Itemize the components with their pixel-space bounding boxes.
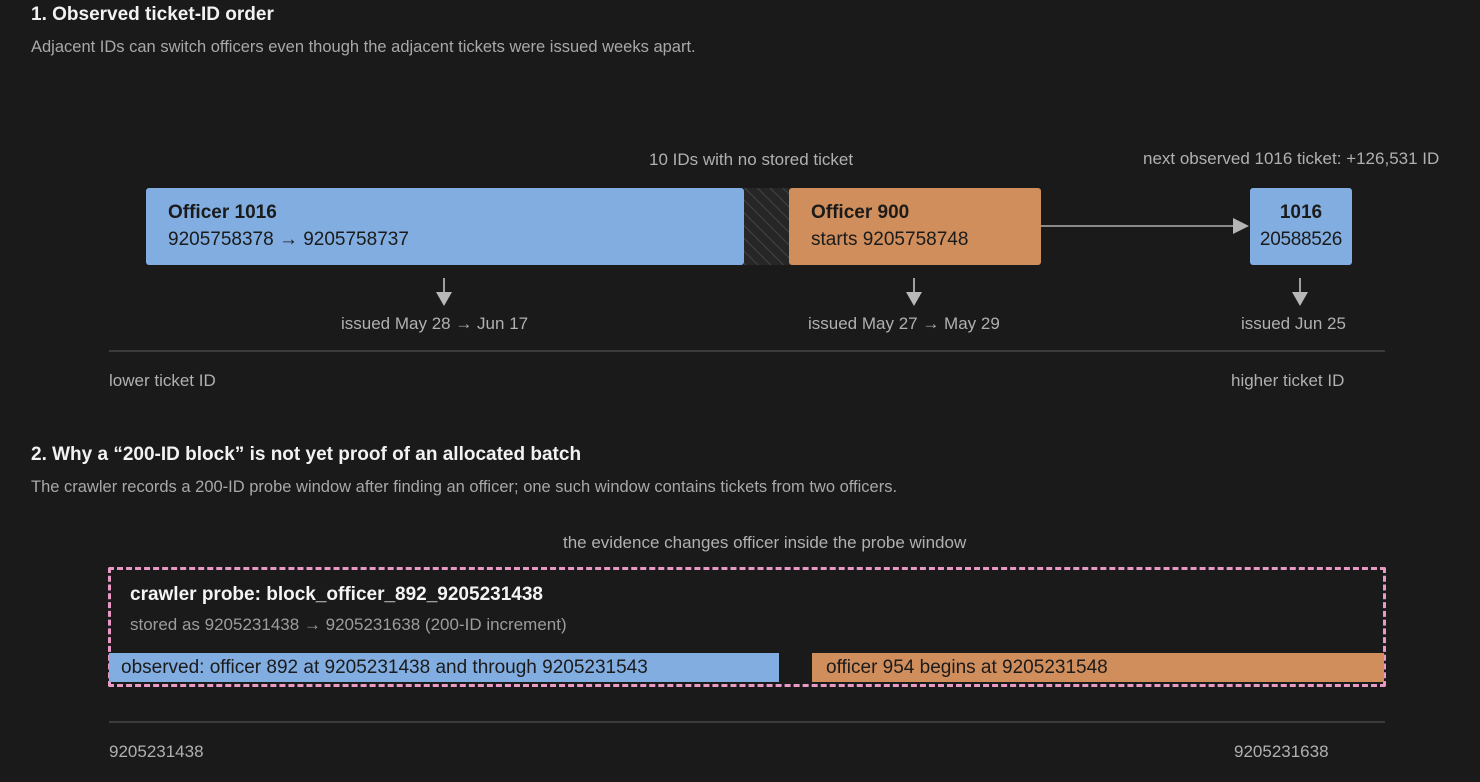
officer-892-bar: observed: officer 892 at 9205231438 and … (109, 653, 779, 682)
officer-1016-range: 9205758378 → 9205758737 (168, 229, 409, 250)
officer-1016-title: Officer 1016 (168, 202, 277, 223)
probe-subtitle: stored as 9205231438 → 9205231638 (200-I… (130, 615, 567, 634)
gap-label: 10 IDs with no stored ticket (649, 150, 854, 169)
officer-900-range: starts 9205758748 (811, 229, 969, 250)
next-1016-issued: issued Jun 25 (1241, 314, 1346, 333)
section1-title: 1. Observed ticket-ID order (31, 4, 274, 25)
officer-892-bar-label: observed: officer 892 at 9205231438 and … (121, 657, 648, 678)
section1-axis-line (109, 350, 1385, 352)
next-ticket-label: next observed 1016 ticket: +126,531 ID (1143, 149, 1440, 168)
officer-900-issued: issued May 27 → May 29 (808, 314, 1000, 333)
officer-954-bar: officer 954 begins at 9205231548 (812, 653, 1384, 682)
section2-axis-left: 9205231438 (109, 742, 204, 761)
officer-900-box: Officer 900 starts 9205758748 (789, 188, 1041, 265)
connector-arrow-icon (1041, 218, 1249, 234)
officer-900-title: Officer 900 (811, 202, 910, 223)
next-1016-title: 1016 (1279, 202, 1323, 223)
next-1016-box: 1016 20588526 (1250, 188, 1352, 265)
section1-axis-right: higher ticket ID (1231, 371, 1345, 390)
officer-954-bar-label: officer 954 begins at 9205231548 (826, 657, 1108, 678)
probe-title: crawler probe: block_officer_892_9205231… (130, 584, 543, 605)
officer-1016-issued: issued May 28 → Jun 17 (341, 314, 529, 333)
gap-hatch (744, 188, 790, 265)
officer-1016-box: Officer 1016 9205758378 → 9205758737 (146, 188, 744, 265)
down-arrow-icon (436, 278, 452, 306)
down-arrow-icon (1292, 278, 1308, 306)
probe-note: the evidence changes officer inside the … (563, 533, 967, 552)
next-1016-range: 20588526 (1259, 229, 1343, 250)
section2-axis-line (109, 721, 1385, 723)
section2-subtitle: The crawler records a 200-ID probe windo… (31, 478, 898, 496)
section2-axis-right: 9205231638 (1234, 742, 1329, 761)
down-arrow-icon (906, 278, 922, 306)
section1-axis-left: lower ticket ID (109, 371, 216, 390)
section2-title: 2. Why a “200-ID block” is not yet proof… (31, 444, 582, 465)
section1-subtitle: Adjacent IDs can switch officers even th… (31, 38, 696, 56)
